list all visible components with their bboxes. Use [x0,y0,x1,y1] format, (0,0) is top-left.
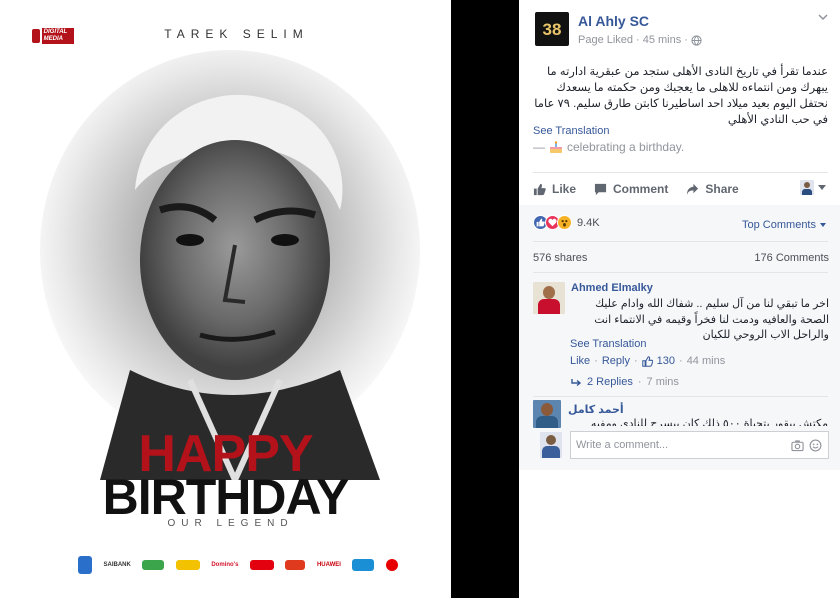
globe-icon[interactable] [691,34,702,46]
comment-button[interactable]: Comment [594,182,668,196]
page-avatar-number: 38 [542,19,562,39]
comment-like-count[interactable]: 130 [657,355,675,367]
user-avatar [800,180,814,195]
reaction-summary[interactable]: 9.4K [533,215,600,230]
sponsor-logo: Domino's [211,561,239,568]
share-label: Share [705,182,739,196]
thumbs-up-icon [533,183,546,195]
page-liked-status: Page Liked [578,34,634,46]
comment-input[interactable]: Write a comment... [570,431,829,459]
activity-dash: — [533,140,545,154]
comment-text: مكتش بيقور بتحياة ٥٠٠ ذلك كان بيسرح للنا… [590,418,828,426]
divider [533,172,828,173]
emoji-icon[interactable] [809,439,822,452]
post-as-selector[interactable] [800,180,826,195]
activity-line: — celebrating a birthday. [533,140,684,154]
composer-tools [791,439,822,452]
sponsor-logo [352,559,375,571]
divider [533,241,828,242]
birthday-cake-icon [550,140,562,153]
sponsor-logo: SAIBANK [103,561,131,568]
thumbs-up-icon [641,355,653,367]
caret-down-icon [820,223,826,227]
like-button[interactable]: Like [533,182,576,196]
comment-text: اخر ما تبقي لنا من آل سليم .. شفاك الله … [594,298,829,341]
poster-tagline: OUR LEGEND [167,518,294,529]
share-count-link[interactable]: 576 shares [533,252,587,264]
chevron-down-icon[interactable] [818,12,828,22]
reply-arrow-icon [571,378,582,386]
post-meta: Page Liked · 45 mins · [578,34,702,46]
meta-separator: · [633,355,638,367]
caret-down-icon [818,185,826,190]
comment-actions: Like · Reply · 130 · 44 mins [570,355,725,367]
meta-separator: · [684,34,688,46]
camera-icon[interactable] [791,439,804,452]
commenter-name[interactable]: Ahmed Elmalky [571,282,653,294]
replies-time: 7 mins [646,376,679,388]
sponsor-logo [285,560,306,570]
headline-birthday: BIRTHDAY [102,469,350,525]
commenter-avatar[interactable] [533,400,561,428]
meta-separator: · [679,355,683,367]
post-actions: Like Comment Share [533,178,833,200]
commenter-name[interactable]: أحمد كامل [568,403,624,416]
sponsor-logo [249,560,274,570]
comment-label: Comment [613,182,669,196]
wow-reaction-icon [557,215,572,230]
photo-viewer: DIGITAL MEDIA TAREK SELIM HAPPY BIRTHDAY… [0,0,519,598]
page-name-link[interactable]: Al Ahly SC [578,13,649,29]
comment-time[interactable]: 44 mins [687,355,726,367]
post-side-panel: 38 Al Ahly SC Page Liked · 45 mins · عند… [519,0,840,598]
portrait-illustration [40,50,420,480]
page-avatar[interactable]: 38 [535,12,569,46]
meta-separator: · [636,34,640,46]
view-replies-link[interactable]: 2 Replies · 7 mins [571,376,679,388]
replies-label: 2 Replies [587,376,633,388]
reaction-count: 9.4K [577,216,600,229]
see-translation-link[interactable]: See Translation [570,338,646,350]
sponsor-logo: HUAWEI [316,561,341,568]
comment-sort-label: Top Comments [742,219,816,231]
activity-text: celebrating a birthday. [567,140,685,154]
current-user-avatar [540,432,562,458]
sponsor-strip: SAIBANK Domino's HUAWEI [0,543,451,598]
comment-bubble-icon [594,183,607,195]
sponsor-logo [175,560,200,570]
comment-input-placeholder: Write a comment... [576,439,669,451]
share-button[interactable]: Share [686,182,739,196]
like-label: Like [552,182,577,196]
comment-like-button[interactable]: Like [570,355,590,367]
birthday-poster[interactable]: DIGITAL MEDIA TAREK SELIM HAPPY BIRTHDAY… [0,0,451,598]
share-arrow-icon [687,183,699,195]
sponsor-logo [142,560,165,570]
meta-separator: · [594,355,598,367]
poster-header-name: TAREK SELIM [164,27,309,41]
see-translation-link[interactable]: See Translation [533,125,609,137]
commenter-avatar[interactable] [533,282,565,314]
sponsor-logo [385,559,398,571]
comment-count-link[interactable]: 176 Comments [754,252,829,264]
sponsor-logo [78,556,92,574]
post-body: عندما تقرأ في تاريخ النادى الأهلى ستجد م… [534,66,828,126]
divider [533,396,828,397]
post-time[interactable]: 45 mins [643,34,682,46]
comment-sort-dropdown[interactable]: Top Comments [742,219,826,231]
meta-separator: · [637,376,642,388]
divider [533,272,828,273]
comment-reply-button[interactable]: Reply [602,355,630,367]
